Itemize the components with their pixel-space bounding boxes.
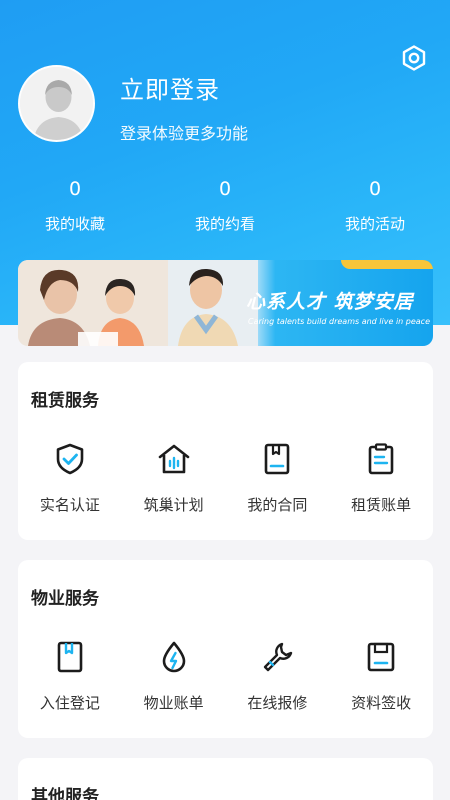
service-property-bill[interactable]: 物业账单	[122, 640, 226, 713]
service-grid: 实名认证 筑巢计划 我的合同 租赁账单	[18, 442, 433, 515]
clipboard-bill-icon	[368, 443, 394, 475]
service-label: 筑巢计划	[143, 496, 204, 514]
stat-value: 0	[368, 178, 382, 200]
stat-label: 我的收藏	[44, 215, 105, 233]
stat-appointments[interactable]: 0 我的约看	[150, 175, 300, 234]
service-real-name-auth[interactable]: 实名认证	[18, 442, 122, 515]
banner-subtitle: Caring talents build dreams and live in …	[248, 317, 430, 326]
shield-check-icon	[56, 443, 84, 475]
contract-book-icon	[265, 443, 290, 475]
stat-label: 我的约看	[194, 215, 255, 233]
family-photo-illustration	[18, 260, 258, 346]
other-services-card: 其他服务	[18, 758, 433, 800]
stats-row: 0 我的收藏 0 我的约看 0 我的活动	[0, 175, 450, 234]
service-label: 实名认证	[39, 496, 100, 514]
section-title: 其他服务	[31, 787, 99, 800]
save-disk-icon	[367, 642, 395, 672]
service-grid: 入住登记 物业账单 在线报修 资料签收	[18, 640, 433, 713]
login-title[interactable]: 立即登录	[120, 70, 220, 105]
stat-activities[interactable]: 0 我的活动	[300, 175, 450, 234]
service-label: 物业账单	[143, 694, 204, 712]
promo-banner[interactable]: 心系人才 筑梦安居 Caring talents build dreams an…	[18, 260, 433, 346]
service-label: 入住登记	[39, 694, 100, 712]
service-label: 租赁账单	[351, 496, 412, 514]
avatar[interactable]	[18, 65, 95, 142]
service-label: 我的合同	[247, 496, 308, 514]
bookmark-book-icon	[57, 641, 83, 673]
stat-label: 我的活动	[344, 215, 405, 233]
rental-services-card: 租赁服务 实名认证 筑巢计划 我的合同 租赁账单	[18, 362, 433, 540]
service-check-in[interactable]: 入住登记	[18, 640, 122, 713]
section-title: 物业服务	[31, 589, 99, 609]
service-label: 在线报修	[247, 694, 308, 712]
settings-button[interactable]	[400, 44, 428, 72]
stat-value: 0	[68, 178, 82, 200]
stat-favorites[interactable]: 0 我的收藏	[0, 175, 150, 234]
stat-value: 0	[218, 178, 232, 200]
water-drop-bolt-icon	[162, 641, 185, 673]
banner-slogan: 心系人才 筑梦安居	[246, 291, 414, 313]
service-nest-plan[interactable]: 筑巢计划	[122, 442, 226, 515]
service-document-receipt[interactable]: 资料签收	[329, 640, 433, 713]
gear-icon	[402, 45, 426, 71]
service-label: 资料签收	[351, 694, 412, 712]
property-services-card: 物业服务 入住登记 物业账单 在线报修 资料签收	[18, 560, 433, 738]
wrench-icon	[264, 642, 293, 672]
banner-stripe	[341, 260, 433, 269]
login-subtitle: 登录体验更多功能	[120, 124, 249, 143]
service-online-repair[interactable]: 在线报修	[226, 640, 330, 713]
section-title: 租赁服务	[31, 391, 99, 411]
house-icon	[158, 444, 189, 474]
service-my-contract[interactable]: 我的合同	[226, 442, 330, 515]
service-rental-bill[interactable]: 租赁账单	[329, 442, 433, 515]
